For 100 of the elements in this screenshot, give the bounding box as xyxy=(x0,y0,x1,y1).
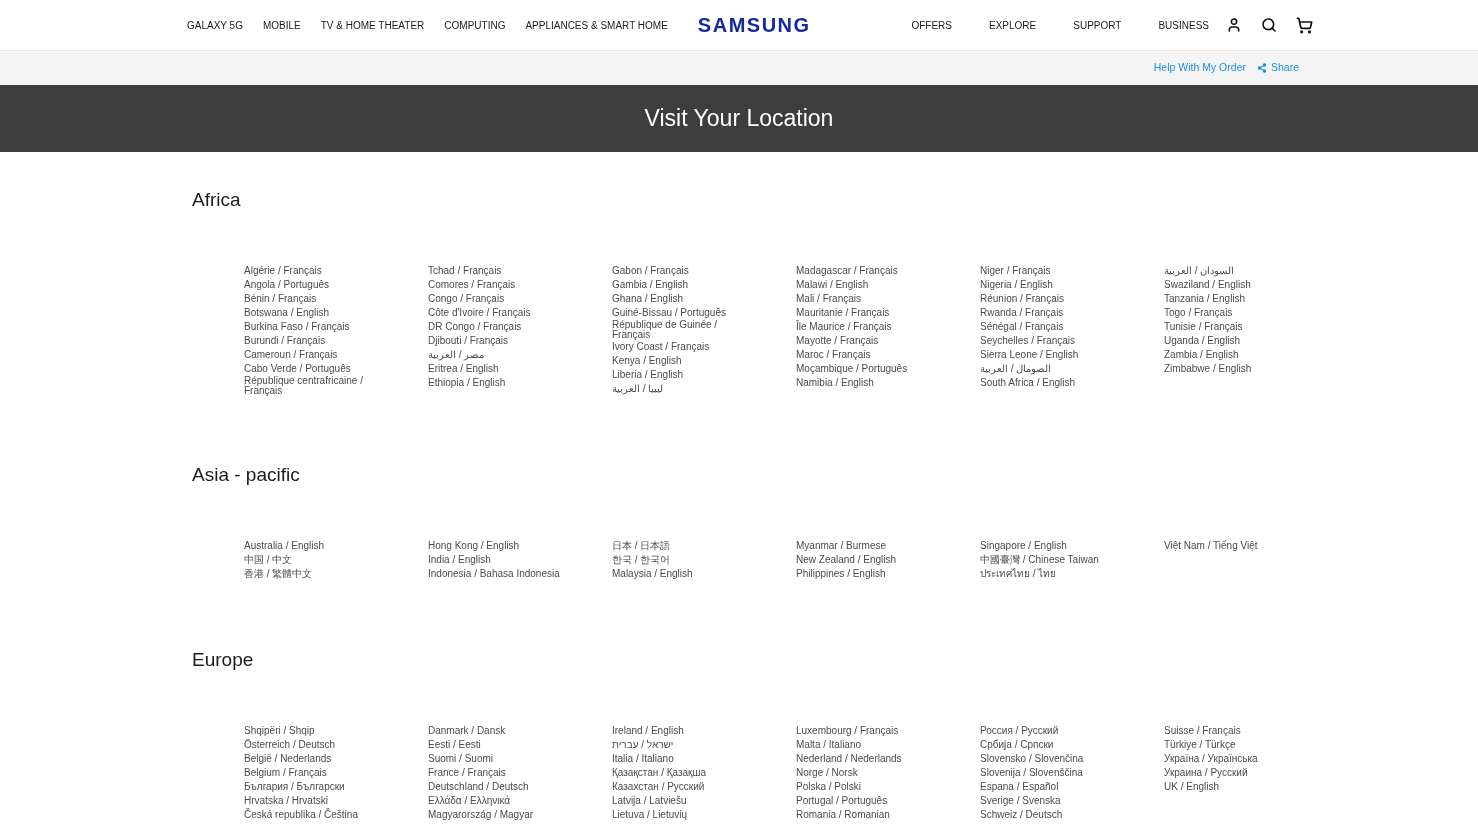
country-link[interactable]: Italia / Italiano xyxy=(612,752,674,766)
country-link[interactable]: Österreich / Deutsch xyxy=(244,738,336,752)
country-link[interactable]: Eritrea / English xyxy=(428,362,499,376)
country-link[interactable]: Luxembourg / Français xyxy=(796,724,899,738)
country-link[interactable]: Singapore / English xyxy=(980,539,1067,553)
country-link[interactable]: Hrvatska / Hrvatski xyxy=(244,794,328,808)
country-link[interactable]: Zambia / English xyxy=(1164,348,1239,362)
country-link[interactable]: Belgium / Français xyxy=(244,766,327,780)
nav-link[interactable]: SUPPORT xyxy=(1073,17,1122,33)
country-link[interactable]: Украина / Русский xyxy=(1164,766,1248,780)
country-link[interactable]: Shqipëri / Shqip xyxy=(244,724,315,738)
country-link[interactable]: India / English xyxy=(428,553,491,567)
country-link[interactable]: Tanzania / English xyxy=(1164,292,1246,306)
country-link[interactable]: DR Congo / Français xyxy=(428,320,522,334)
country-link[interactable]: Swaziland / English xyxy=(1164,278,1251,292)
country-link[interactable]: Sierra Leone / English xyxy=(980,348,1079,362)
country-link[interactable]: Congo / Français xyxy=(428,292,505,306)
country-link[interactable]: France / Français xyxy=(428,766,506,780)
country-link[interactable]: Latvija / Latviešu xyxy=(612,794,687,808)
country-link[interactable]: Magyarország / Magyar xyxy=(428,808,534,822)
country-link[interactable]: Nigeria / English xyxy=(980,278,1053,292)
country-link[interactable]: Việt Nam / Tiếng Việt xyxy=(1164,539,1258,553)
country-link[interactable]: Hong Kong / English xyxy=(428,539,520,553)
country-link[interactable]: Maroc / Français xyxy=(796,348,871,362)
account-icon[interactable] xyxy=(1226,17,1242,33)
country-link[interactable]: Türkiye / Türkçe xyxy=(1164,738,1236,752)
country-link[interactable]: Romania / Romanian xyxy=(796,808,890,822)
country-link[interactable]: Gambia / English xyxy=(612,278,689,292)
country-link[interactable]: Slovenija / Slovenščina xyxy=(980,766,1083,780)
country-link[interactable]: Kenya / English xyxy=(612,354,682,368)
country-link[interactable]: България / Български xyxy=(244,780,345,794)
country-link[interactable]: Sénégal / Français xyxy=(980,320,1064,334)
nav-link[interactable]: TV & HOME THEATER xyxy=(320,17,425,33)
country-link[interactable]: ประเทศไทย / ไทย xyxy=(980,567,1057,581)
country-link[interactable]: Gabon / Français xyxy=(612,264,689,278)
country-link[interactable]: Australia / English xyxy=(244,539,325,553)
country-link[interactable]: Burundi / Français xyxy=(244,334,326,348)
country-link[interactable]: Қазақстан / Қазақша xyxy=(612,766,707,780)
country-link[interactable]: Malawi / English xyxy=(796,278,869,292)
country-link[interactable]: Danmark / Dansk xyxy=(428,724,506,738)
country-link[interactable]: Malta / Italiano xyxy=(796,738,862,752)
country-link[interactable]: Cameroun / Français xyxy=(244,348,338,362)
country-link[interactable]: Deutschland / Deutsch xyxy=(428,780,529,794)
nav-link[interactable]: APPLIANCES & SMART HOME xyxy=(525,17,668,33)
nav-link[interactable]: BUSINESS xyxy=(1158,17,1209,33)
country-link[interactable]: Uganda / English xyxy=(1164,334,1241,348)
country-link[interactable]: Niger / Français xyxy=(980,264,1051,278)
country-link[interactable]: Mayotte / Français xyxy=(796,334,879,348)
country-link[interactable]: Portugal / Português xyxy=(796,794,888,808)
country-link[interactable]: Казахстан / Русский xyxy=(612,780,705,794)
country-link[interactable]: Liberia / English xyxy=(612,368,684,382)
country-link[interactable]: Lietuva / Lietuvių xyxy=(612,808,688,822)
country-link[interactable]: Guiné-Bissau / Português xyxy=(612,306,726,320)
country-link[interactable]: UK / English xyxy=(1164,780,1220,794)
country-link[interactable]: 中國臺灣 / Chinese Taiwan xyxy=(980,553,1099,567)
country-link[interactable]: Réunion / Français xyxy=(980,292,1064,306)
country-link[interactable]: Tchad / Français xyxy=(428,264,502,278)
country-link[interactable]: République centrafricaine / Français xyxy=(244,376,384,396)
country-link[interactable]: Україна / Українська xyxy=(1164,752,1258,766)
search-icon[interactable] xyxy=(1261,17,1277,33)
country-link[interactable]: Namibia / English xyxy=(796,376,874,390)
country-link[interactable]: Россия / Русский xyxy=(980,724,1059,738)
country-link[interactable]: السودان / العربية xyxy=(1164,264,1235,278)
country-link[interactable]: Schweiz / Deutsch xyxy=(980,808,1063,822)
country-link[interactable]: Norge / Norsk xyxy=(796,766,858,780)
country-link[interactable]: Bénin / Français xyxy=(244,292,317,306)
country-link[interactable]: Mali / Français xyxy=(796,292,861,306)
country-link[interactable]: Djibouti / Français xyxy=(428,334,509,348)
country-link[interactable]: Suisse / Français xyxy=(1164,724,1241,738)
country-link[interactable]: ليبيا / العربية xyxy=(612,382,664,396)
country-link[interactable]: Eesti / Eesti xyxy=(428,738,481,752)
country-link[interactable]: Србија / Српски xyxy=(980,738,1054,752)
country-link[interactable]: 香港 / 繁體中文 xyxy=(244,567,313,581)
country-link[interactable]: Suomi / Suomi xyxy=(428,752,494,766)
country-link[interactable]: Ethiopia / English xyxy=(428,376,506,390)
country-link[interactable]: الصومال / العربية xyxy=(980,362,1052,376)
samsung-logo[interactable]: SAMSUNG xyxy=(697,14,811,36)
country-link[interactable]: 日本 / 日本語 xyxy=(612,539,671,553)
country-link[interactable]: Rwanda / Français xyxy=(980,306,1064,320)
country-link[interactable]: Moçambique / Português xyxy=(796,362,908,376)
country-link[interactable]: Polska / Polski xyxy=(796,780,862,794)
country-link[interactable]: Algérie / Français xyxy=(244,264,322,278)
country-link[interactable]: Madagascar / Français xyxy=(796,264,898,278)
country-link[interactable]: Slovensko / Slovenčina xyxy=(980,752,1084,766)
cart-icon[interactable] xyxy=(1296,17,1313,33)
country-link[interactable]: Île Maurice / Français xyxy=(796,320,892,334)
country-link[interactable]: Botswana / English xyxy=(244,306,330,320)
country-link[interactable]: Comores / Français xyxy=(428,278,516,292)
nav-link[interactable]: MOBILE xyxy=(262,17,301,33)
country-link[interactable]: België / Nederlands xyxy=(244,752,332,766)
country-link[interactable]: 한국 / 한국어 xyxy=(612,553,671,567)
country-link[interactable]: 中国 / 中文 xyxy=(244,553,293,567)
country-link[interactable]: Ireland / English xyxy=(612,724,684,738)
country-link[interactable]: Philippines / English xyxy=(796,567,886,581)
country-link[interactable]: Ghana / English xyxy=(612,292,684,306)
country-link[interactable]: Ivory Coast / Français xyxy=(612,340,710,354)
country-link[interactable]: Togo / Français xyxy=(1164,306,1233,320)
nav-link[interactable]: OFFERS xyxy=(911,17,952,33)
country-link[interactable]: République de Guinée / Français xyxy=(612,320,752,340)
country-link[interactable]: Burkina Faso / Français xyxy=(244,320,350,334)
